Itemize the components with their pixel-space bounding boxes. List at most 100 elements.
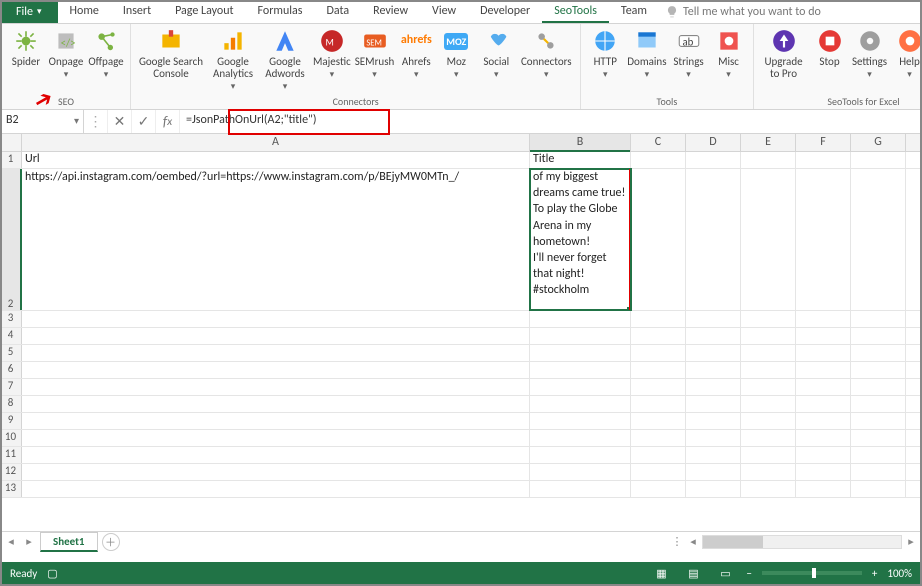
accept-formula-icon[interactable]: ✓ [132, 110, 156, 133]
tab-review[interactable]: Review [361, 0, 420, 23]
ahrefs-button[interactable]: ahrefs Ahrefs ▾ [398, 26, 434, 93]
tab-home[interactable]: Home [58, 0, 111, 23]
tab-data[interactable]: Data [315, 0, 362, 23]
cell[interactable] [631, 379, 686, 395]
cell[interactable] [530, 345, 631, 361]
cell[interactable] [796, 481, 851, 497]
cell[interactable] [631, 328, 686, 344]
help-button[interactable]: Help ▾ [892, 26, 922, 93]
add-sheet-button[interactable]: ＋ [102, 533, 120, 551]
cell[interactable] [741, 430, 796, 446]
connectors-button[interactable]: Connectors ▾ [518, 26, 574, 93]
cell[interactable] [796, 362, 851, 378]
row-header[interactable]: 10 [0, 430, 22, 446]
cell[interactable] [631, 152, 686, 168]
row-header[interactable]: 7 [0, 379, 22, 395]
cell[interactable] [631, 464, 686, 480]
row-header[interactable]: 9 [0, 413, 22, 429]
horizontal-scrollbar[interactable]: ⋮ ◂ ▸ [124, 535, 922, 549]
majestic-button[interactable]: M Majestic ▾ [313, 26, 351, 93]
google-adwords-button[interactable]: Google Adwords ▾ [261, 26, 309, 93]
scroll-right-icon[interactable]: ▸ [904, 535, 918, 548]
cell[interactable] [741, 345, 796, 361]
cell[interactable] [686, 379, 741, 395]
tab-file[interactable]: File ▾ [0, 0, 58, 23]
cell[interactable] [22, 413, 530, 429]
cell[interactable] [22, 481, 530, 497]
cell[interactable] [851, 328, 906, 344]
row-header[interactable]: 12 [0, 464, 22, 480]
cell[interactable] [851, 169, 906, 310]
scroll-track[interactable] [702, 535, 902, 549]
cell[interactable] [22, 379, 530, 395]
cell[interactable] [530, 413, 631, 429]
cell[interactable] [851, 311, 906, 327]
cell[interactable] [22, 311, 530, 327]
cell[interactable] [851, 413, 906, 429]
fx-icon[interactable]: fx [156, 110, 180, 133]
view-page-layout-icon[interactable]: ▤ [682, 567, 704, 580]
cell-A2[interactable]: https://api.instagram.com/oembed/?url=ht… [22, 169, 530, 310]
cancel-formula-icon[interactable]: ✕ [108, 110, 132, 133]
cell[interactable] [851, 362, 906, 378]
cell[interactable] [851, 396, 906, 412]
formula-input[interactable]: =JsonPathOnUrl(A2;"title") [180, 110, 922, 133]
cell[interactable] [741, 396, 796, 412]
misc-button[interactable]: Misc ▾ [711, 26, 747, 93]
google-analytics-button[interactable]: Google Analytics ▾ [209, 26, 257, 93]
cell[interactable] [851, 430, 906, 446]
cell[interactable] [796, 345, 851, 361]
moz-button[interactable]: MOZ Moz ▾ [438, 26, 474, 93]
spider-button[interactable]: Spider [8, 26, 44, 93]
zoom-in-icon[interactable]: + [872, 567, 877, 580]
cell[interactable] [741, 311, 796, 327]
domains-button[interactable]: Domains ▾ [627, 26, 666, 93]
scroll-thumb[interactable] [703, 536, 763, 548]
offpage-button[interactable]: Offpage ▾ [88, 26, 124, 93]
cell[interactable] [796, 152, 851, 168]
cell[interactable] [631, 413, 686, 429]
cell[interactable] [631, 481, 686, 497]
view-page-break-icon[interactable]: ▭ [714, 567, 736, 580]
tell-me-search[interactable]: Tell me what you want to do [659, 0, 821, 23]
cell[interactable] [530, 481, 631, 497]
row-header[interactable]: 11 [0, 447, 22, 463]
cell[interactable] [851, 345, 906, 361]
row-header[interactable]: 13 [0, 481, 22, 497]
cell[interactable] [741, 464, 796, 480]
cell[interactable] [686, 311, 741, 327]
macro-recording-icon[interactable]: ▢ [47, 567, 57, 580]
http-button[interactable]: HTTP ▾ [587, 26, 623, 93]
cell[interactable] [686, 169, 741, 310]
worksheet-grid[interactable]: A B C D E F G 1 Url Title 2 https://api.… [0, 134, 922, 531]
column-header-D[interactable]: D [686, 134, 741, 151]
scroll-dots-icon[interactable]: ⋮ [670, 535, 684, 548]
cell[interactable] [22, 447, 530, 463]
cell[interactable] [22, 464, 530, 480]
cell[interactable] [741, 328, 796, 344]
cell[interactable] [796, 169, 851, 310]
cell[interactable] [686, 430, 741, 446]
cell[interactable] [796, 447, 851, 463]
cell-B2[interactable]: of my biggest dreams came true! To play … [530, 169, 631, 310]
cell[interactable] [631, 311, 686, 327]
cell[interactable] [851, 447, 906, 463]
social-button[interactable]: Social ▾ [478, 26, 514, 93]
cell[interactable] [530, 464, 631, 480]
cell[interactable] [741, 379, 796, 395]
cell[interactable] [796, 379, 851, 395]
row-header-1[interactable]: 1 [0, 152, 22, 168]
column-header-A[interactable]: A [22, 134, 530, 151]
strings-button[interactable]: ab Strings ▾ [671, 26, 707, 93]
formula-options-icon[interactable]: ⋮ [84, 110, 108, 133]
scroll-left-icon[interactable]: ◂ [686, 535, 700, 548]
cell[interactable] [686, 328, 741, 344]
cell[interactable] [851, 379, 906, 395]
cell[interactable] [741, 447, 796, 463]
sheet-nav-prev-icon[interactable]: ◂ [4, 535, 18, 548]
cell[interactable] [686, 447, 741, 463]
cell[interactable] [851, 464, 906, 480]
cell[interactable] [796, 430, 851, 446]
cell[interactable] [22, 396, 530, 412]
onpage-button[interactable]: </> Onpage ▾ [48, 26, 84, 93]
